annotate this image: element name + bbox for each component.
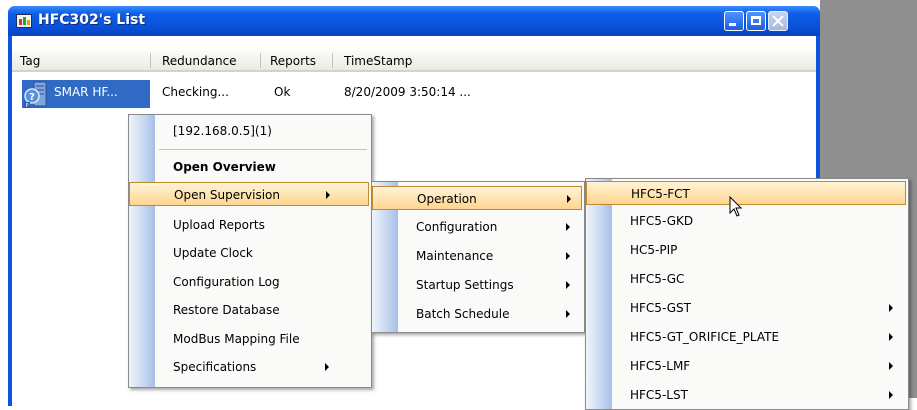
menu-item-configuration[interactable]: Configuration [372,215,582,239]
supervision-submenu: Operation Configuration Maintenance Star… [371,181,585,333]
row-timestamp: 8/20/2009 3:50:14 ... [344,85,471,99]
row-tag[interactable]: SMAR HF... [50,80,150,108]
menu-item-hfc5-lmf[interactable]: HFC5-LMF [586,354,906,378]
close-button[interactable] [768,11,788,31]
row-reports: Ok [274,85,291,99]
column-header: Tag Redundance Reports TimeStamp [12,50,816,72]
context-menu: [192.168.0.5](1) Open Overview Open Supe… [128,114,372,388]
window-title: HFC302's List [38,12,146,28]
submenu-arrow-icon [566,223,570,231]
menu-item-hc5-pip[interactable]: HC5-PIP [586,238,906,262]
submenu-arrow-icon [326,191,330,199]
submenu-arrow-icon [889,362,893,370]
title-bar[interactable]: HFC302's List [8,6,820,36]
menu-separator [159,149,367,150]
menu-item-hfc5-lst[interactable]: HFC5-LST [586,383,906,407]
menu-item-startup-settings[interactable]: Startup Settings [372,273,582,297]
device-icon: ? P [22,80,50,109]
menu-item-operation[interactable]: Operation [372,186,582,210]
menu-item-maintenance[interactable]: Maintenance [372,244,582,268]
menu-item-hfc5-fct[interactable]: HFC5-FCT [586,181,906,205]
menu-item-modbus-mapping-file[interactable]: ModBus Mapping File [129,327,369,351]
column-timestamp[interactable]: TimeStamp [344,54,412,68]
column-redundance[interactable]: Redundance [162,54,237,68]
menu-item-hfc5-gkd[interactable]: HFC5-GKD [586,209,906,233]
submenu-arrow-icon [567,195,571,203]
maximize-button[interactable] [746,11,766,31]
column-reports[interactable]: Reports [270,54,316,68]
menu-item-configuration-log[interactable]: Configuration Log [129,270,369,294]
menu-item-open-overview[interactable]: Open Overview [129,155,369,179]
app-icon [16,14,32,28]
menu-item-hfc5-gc[interactable]: HFC5-GC [586,267,906,291]
menu-item-hfc5-gst[interactable]: HFC5-GST [586,296,906,320]
menu-item-hfc5-gt-orifice-plate[interactable]: HFC5-GT_ORIFICE_PLATE [586,325,906,349]
svg-text:?: ? [29,92,35,103]
menu-item-open-supervision[interactable]: Open Supervision [129,182,369,206]
row-redundance: Checking... [162,85,229,99]
menu-item-upload-reports[interactable]: Upload Reports [129,213,369,237]
minimize-button[interactable] [724,11,744,31]
column-tag[interactable]: Tag [20,54,40,68]
submenu-arrow-icon [566,310,570,318]
submenu-arrow-icon [566,281,570,289]
submenu-arrow-icon [889,333,893,341]
menu-item-ip-address[interactable]: [192.168.0.5](1) [129,119,369,143]
submenu-arrow-icon [889,304,893,312]
menu-item-update-clock[interactable]: Update Clock [129,241,369,265]
mouse-cursor-icon [729,196,743,217]
submenu-arrow-icon [566,252,570,260]
menu-item-specifications[interactable]: Specifications [129,355,369,379]
submenu-arrow-icon [325,363,329,371]
menu-item-restore-database[interactable]: Restore Database [129,298,369,322]
svg-text:P: P [25,103,28,109]
menu-item-batch-schedule[interactable]: Batch Schedule [372,302,582,326]
operation-submenu: HFC5-FCT HFC5-GKD HC5-PIP HFC5-GC HFC5-G… [585,178,909,410]
